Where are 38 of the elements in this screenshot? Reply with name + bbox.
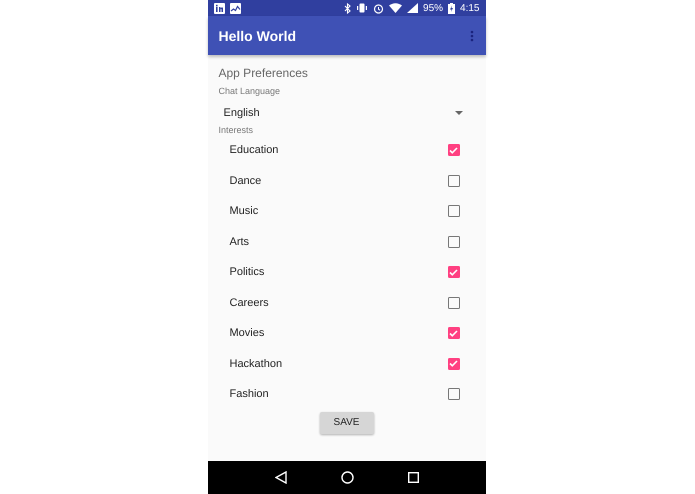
interest-checkbox[interactable] [448,236,460,248]
home-icon[interactable] [340,471,354,484]
vibrate-icon [356,3,368,13]
interest-checkbox[interactable] [448,144,460,156]
interest-label: Music [230,205,258,218]
linkedin-icon [214,2,224,14]
back-icon[interactable] [274,471,286,484]
interest-checkbox[interactable] [448,388,460,400]
interest-label: Education [230,144,278,156]
wifi-icon [389,3,402,13]
interest-label: Hackathon [230,358,282,370]
interest-label: Dance [230,174,262,187]
battery-icon [448,2,456,14]
alarm-icon [373,2,384,14]
activity-icon [230,2,240,14]
recents-icon[interactable] [408,472,418,483]
interest-checkbox[interactable] [448,296,460,309]
interest-label: Politics [230,266,264,278]
interest-checkbox[interactable] [448,266,460,278]
field-label: Interests [218,125,254,135]
save-button[interactable]: SAVE [320,412,374,434]
field-label: Chat Language [218,86,282,96]
interest-label: Movies [230,327,264,340]
interest-checkbox[interactable] [448,327,460,340]
clock-time: 4:15 [460,2,480,14]
interest-checkbox[interactable] [448,205,460,218]
interest-label: Careers [230,296,269,309]
interest-label: Fashion [230,388,269,400]
dropdown-caret-icon [454,111,462,115]
battery-percentage: 95% [423,2,444,14]
signal-icon [407,3,418,13]
interest-label: Arts [230,236,250,248]
interest-checkbox[interactable] [448,174,460,187]
interest-checkbox[interactable] [448,358,460,370]
bluetooth-icon [344,2,352,14]
language-dropdown[interactable]: English [224,106,462,120]
app-title: Hello World [218,28,296,44]
section-title: App Preferences [218,66,309,80]
